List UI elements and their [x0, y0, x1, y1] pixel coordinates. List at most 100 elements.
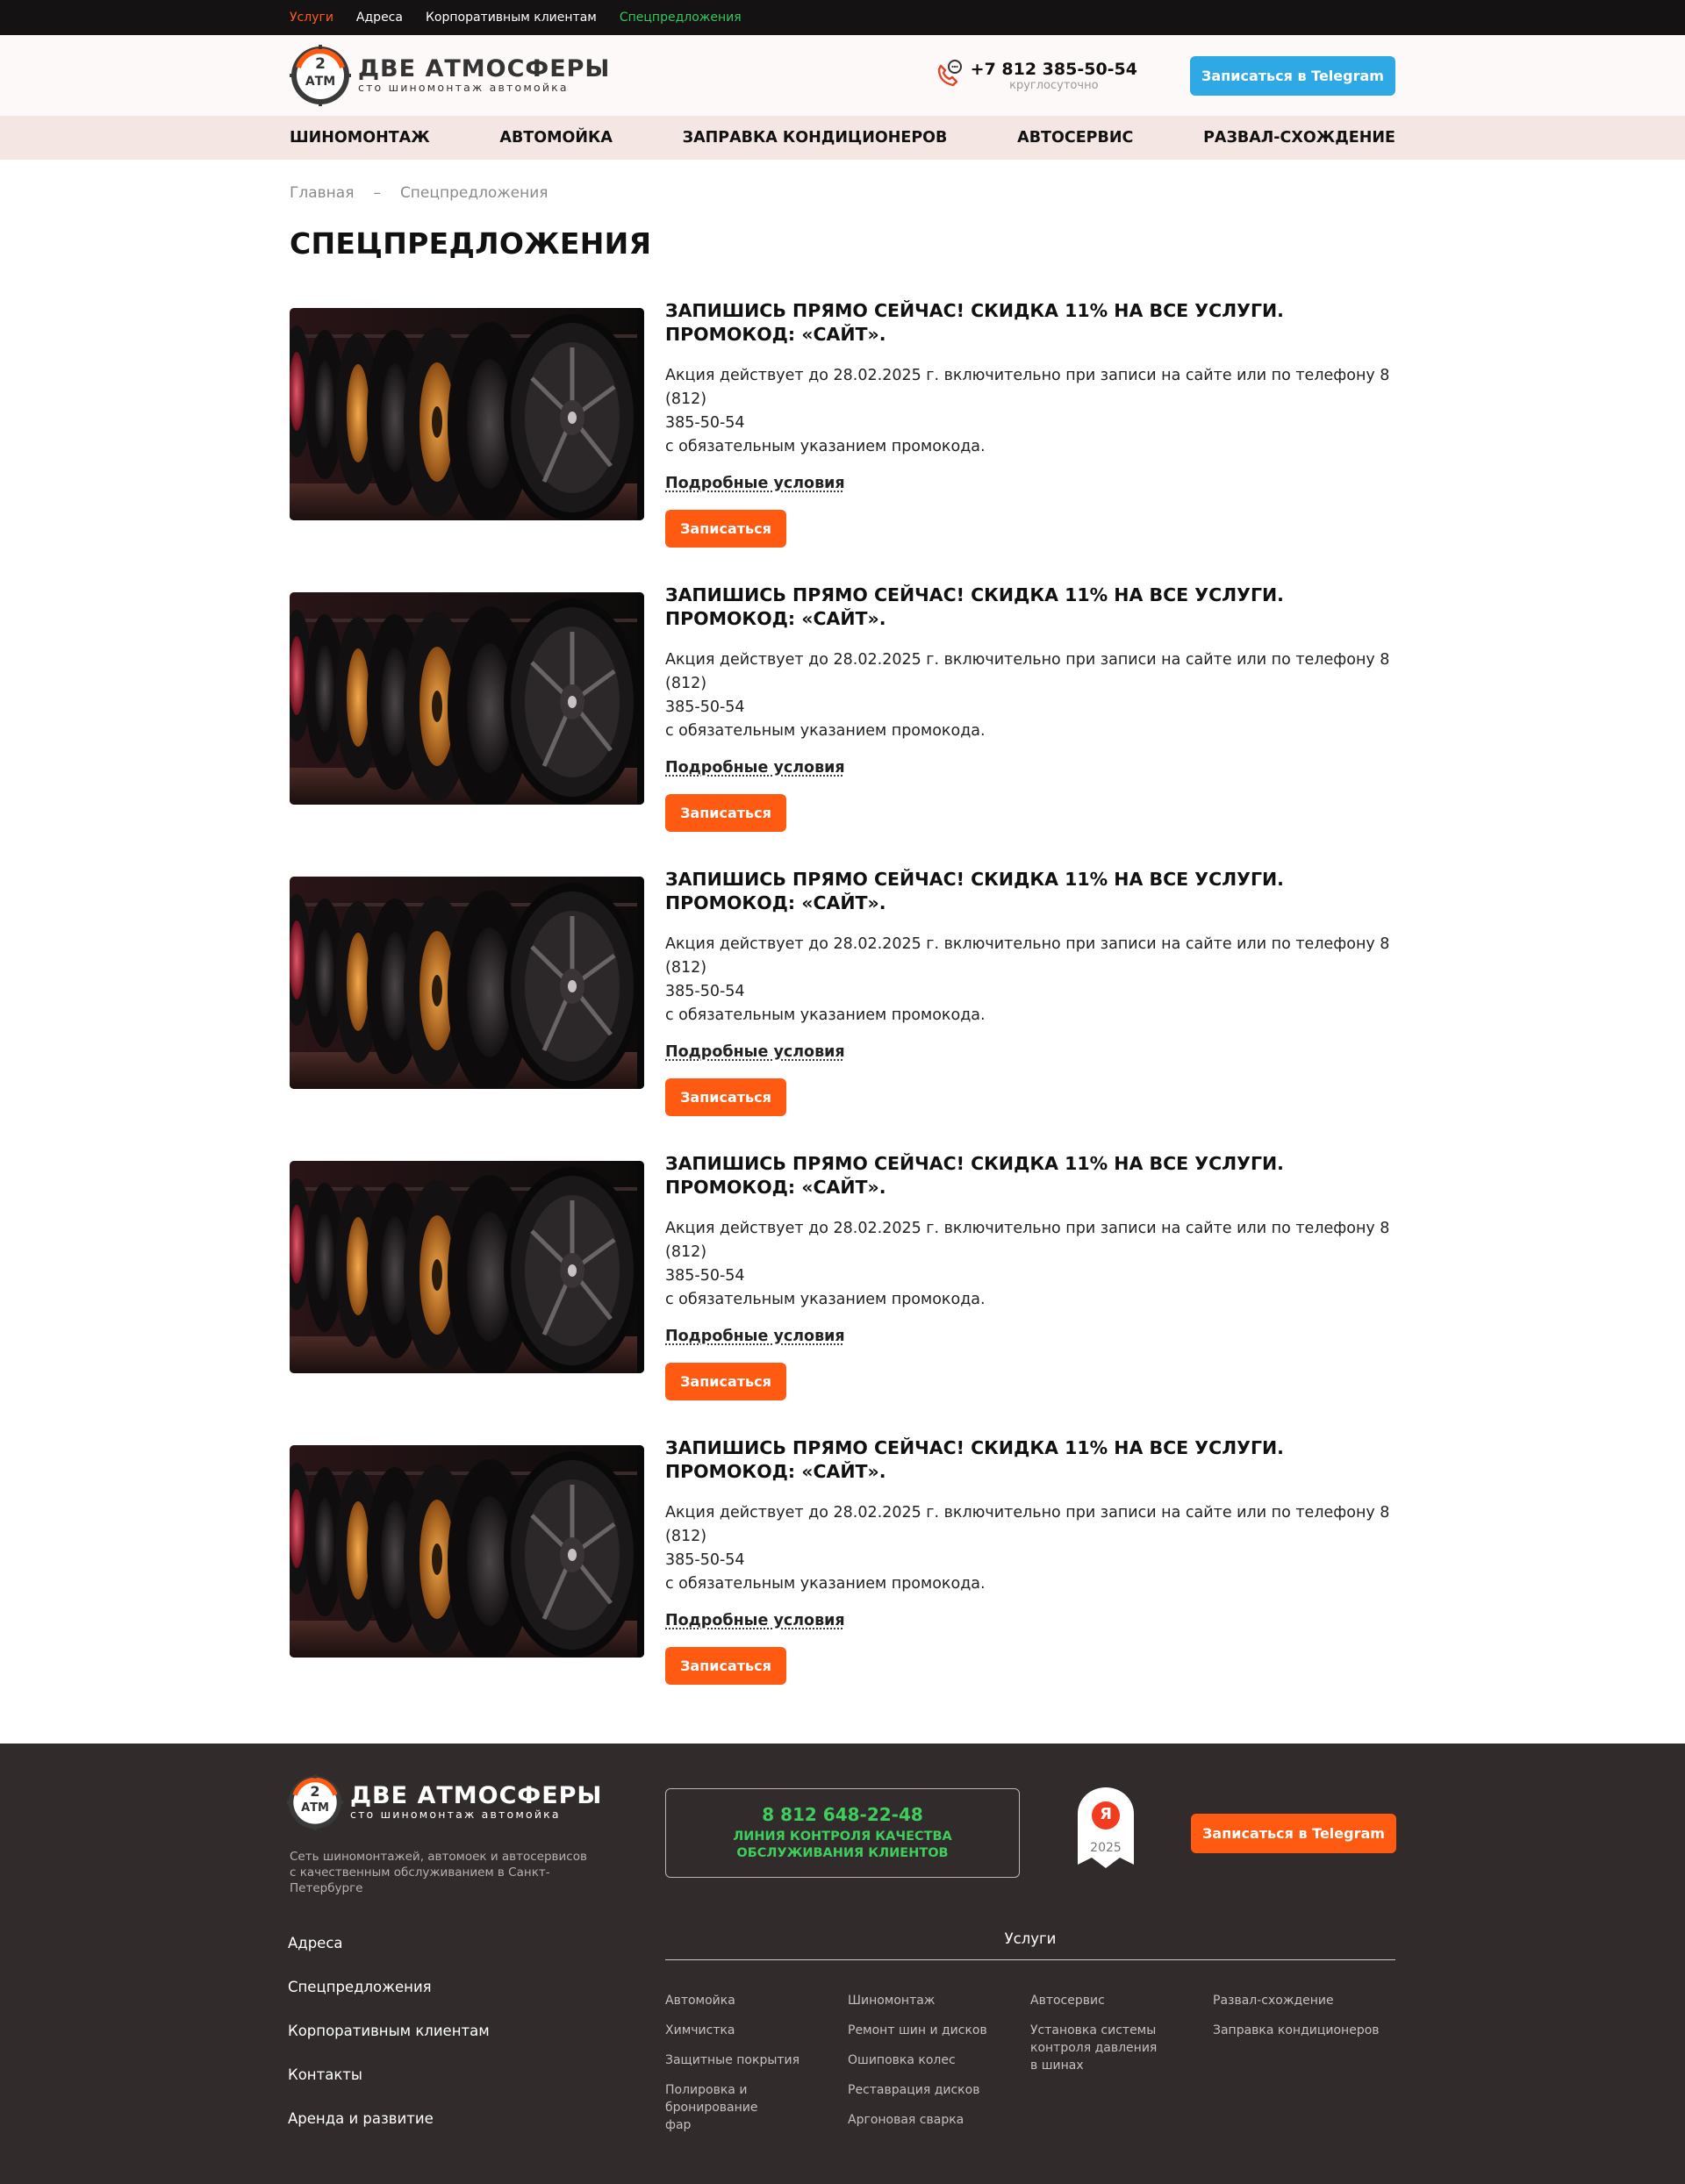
main-nav: ШИНОМОНТАЖ АВТОМОЙКА ЗАПРАВКА КОНДИЦИОНЕ…	[0, 116, 1685, 160]
tire-logo-icon: 2 АТМ	[290, 45, 351, 106]
footer-service-link[interactable]: Установка системы контроля давления в ши…	[1030, 2022, 1162, 2074]
footer-link-contacts[interactable]: Контакты	[288, 2066, 490, 2110]
offer-details-link[interactable]: Подробные условия	[665, 759, 845, 777]
offer-card: ЗАПИШИСЬ ПРЯМО СЕЙЧАС! СКИДКА 11% НА ВСЕ…	[290, 869, 1395, 1161]
logo-subtitle: сто шиномонтаж автомойка	[358, 81, 569, 94]
nav-item-car-service[interactable]: АВТОСЕРВИС	[1017, 129, 1133, 147]
offer-image[interactable]	[290, 592, 644, 805]
offer-image[interactable]	[290, 308, 644, 520]
breadcrumb-separator: –	[373, 184, 381, 202]
site-logo[interactable]: 2 АТМ ДВЕ АТМОСФЕРЫ сто шиномонтаж автом…	[290, 45, 610, 106]
offer-description: Акция действует до 28.02.2025 г. включит…	[665, 1501, 1395, 1596]
offer-promo-line: ПРОМОКОД: «САЙТ».	[665, 1177, 886, 1198]
footer-service-link[interactable]: Реставрация дисков	[848, 2081, 1030, 2099]
offer-promo-line: ПРОМОКОД: «САЙТ».	[665, 324, 886, 345]
offer-desc-line: с обязательным указанием промокода.	[665, 1006, 986, 1024]
offer-card: ЗАПИШИСЬ ПРЯМО СЕЙЧАС! СКИДКА 11% НА ВСЕ…	[290, 584, 1395, 877]
quality-hotline-box[interactable]: 8 812 648-22-48 ЛИНИЯ КОНТРОЛЯ КАЧЕСТВА …	[665, 1788, 1020, 1878]
offer-title-line: ЗАПИШИСЬ ПРЯМО СЕЙЧАС! СКИДКА 11% НА ВСЕ…	[665, 300, 1284, 321]
footer-service-link[interactable]: Защитные покрытия	[665, 2052, 848, 2069]
site-header: 2 АТМ ДВЕ АТМОСФЕРЫ сто шиномонтаж автом…	[0, 35, 1685, 116]
offer-signup-button[interactable]: Записаться	[665, 1363, 786, 1400]
footer-logo[interactable]: 2 АТМ ДВЕ АТМОСФЕРЫ сто шиномонтаж автом…	[287, 1774, 602, 1830]
offer-desc-line: 385-50-54	[665, 698, 745, 716]
footer-service-link[interactable]: Автосервис	[1030, 1992, 1213, 2009]
topbar-link-special-offers[interactable]: Спецпредложения	[620, 11, 742, 25]
breadcrumb: Главная – Спецпредложения	[290, 184, 1395, 202]
topbar-link-services[interactable]: Услуги	[290, 11, 333, 25]
offer-details-link[interactable]: Подробные условия	[665, 1328, 845, 1345]
offer-desc-line: с обязательным указанием промокода.	[665, 1575, 986, 1593]
footer-service-link[interactable]: Развал-схождение	[1213, 1992, 1395, 2009]
footer-service-link[interactable]: Химчистка	[665, 2022, 848, 2039]
site-footer: 2 АТМ ДВЕ АТМОСФЕРЫ сто шиномонтаж автом…	[0, 1744, 1685, 2184]
footer-service-link[interactable]: Ремонт шин и дисков	[848, 2022, 1030, 2039]
offer-desc-line: Акция действует до 28.02.2025 г. включит…	[665, 651, 1390, 692]
logo-badge-text: АТМ	[305, 75, 336, 89]
logo-title: ДВЕ АТМОСФЕРЫ	[358, 55, 611, 82]
offer-desc-line: Акция действует до 28.02.2025 г. включит…	[665, 1220, 1390, 1261]
offer-signup-button[interactable]: Записаться	[665, 510, 786, 548]
offer-title-line: ЗАПИШИСЬ ПРЯМО СЕЙЧАС! СКИДКА 11% НА ВСЕ…	[665, 1153, 1284, 1174]
main-content: Главная – Спецпредложения СПЕЦПРЕДЛОЖЕНИ…	[290, 184, 1395, 1729]
footer-service-link[interactable]: Шиномонтаж	[848, 1992, 1030, 2009]
footer-link-rent[interactable]: Аренда и развитие	[288, 2110, 490, 2154]
footer-service-link[interactable]: Автомойка	[665, 1992, 848, 2009]
topbar-link-corporate[interactable]: Корпоративным клиентам	[426, 11, 597, 25]
award-year: 2025	[1090, 1841, 1122, 1855]
footer-telegram-button[interactable]: Записаться в Telegram	[1191, 1814, 1396, 1853]
footer-desc-line: с качественным обслуживанием в Санкт-Пет…	[290, 1865, 550, 1895]
yandex-award-icon[interactable]: Я 2025	[1074, 1787, 1137, 1870]
breadcrumb-home[interactable]: Главная	[290, 184, 354, 202]
offer-desc-line: 385-50-54	[665, 414, 745, 432]
footer-services-title: Услуги	[1004, 1930, 1057, 1947]
offer-image[interactable]	[290, 877, 644, 1089]
footer-services-col: Развал-схождение Заправка кондиционеров	[1213, 1992, 1395, 2146]
header-phone-note: круглосуточно	[1009, 78, 1099, 92]
offer-desc-line: с обязательным указанием промокода.	[665, 1291, 986, 1308]
logo-badge-text: АТМ	[301, 1801, 329, 1815]
offer-signup-button[interactable]: Записаться	[665, 1078, 786, 1116]
footer-services-col: Шиномонтаж Ремонт шин и дисков Ошиповка …	[848, 1992, 1030, 2146]
nav-item-tire-fitting[interactable]: ШИНОМОНТАЖ	[290, 129, 430, 147]
footer-service-link[interactable]: Заправка кондиционеров	[1213, 2022, 1395, 2039]
offer-details-link[interactable]: Подробные условия	[665, 475, 845, 492]
footer-logo-subtitle: сто шиномонтаж автомойка	[350, 1808, 561, 1821]
quality-hotline-phone[interactable]: 8 812 648-22-48	[762, 1804, 923, 1825]
breadcrumb-current: Спецпредложения	[399, 184, 549, 202]
offer-signup-button[interactable]: Записаться	[665, 794, 786, 832]
offer-description: Акция действует до 28.02.2025 г. включит…	[665, 648, 1395, 743]
nav-item-wheel-alignment[interactable]: РАЗВАЛ-СХОЖДЕНИЕ	[1203, 129, 1395, 147]
footer-service-link[interactable]: Ошиповка колес	[848, 2052, 1030, 2069]
header-phone-number[interactable]: +7 812 385-50-54	[971, 60, 1137, 79]
footer-service-link[interactable]: Полировка и бронирование фар	[665, 2081, 771, 2134]
offer-title-line: ЗАПИШИСЬ ПРЯМО СЕЙЧАС! СКИДКА 11% НА ВСЕ…	[665, 869, 1284, 890]
page-title: СПЕЦПРЕДЛОЖЕНИЯ	[290, 226, 652, 261]
footer-link-special-offers[interactable]: Спецпредложения	[288, 1979, 490, 2023]
offer-title-line: ЗАПИШИСЬ ПРЯМО СЕЙЧАС! СКИДКА 11% НА ВСЕ…	[665, 584, 1284, 605]
offer-card: ЗАПИШИСЬ ПРЯМО СЕЙЧАС! СКИДКА 11% НА ВСЕ…	[290, 1437, 1395, 1729]
offer-desc-line: Акция действует до 28.02.2025 г. включит…	[665, 1504, 1390, 1545]
offer-signup-button[interactable]: Записаться	[665, 1647, 786, 1685]
offer-details-link[interactable]: Подробные условия	[665, 1043, 845, 1061]
offer-title: ЗАПИШИСЬ ПРЯМО СЕЙЧАС! СКИДКА 11% НА ВСЕ…	[665, 868, 1395, 915]
nav-item-ac-refill[interactable]: ЗАПРАВКА КОНДИЦИОНЕРОВ	[683, 129, 948, 147]
topbar-link-addresses[interactable]: Адреса	[356, 11, 403, 25]
offer-description: Акция действует до 28.02.2025 г. включит…	[665, 364, 1395, 459]
quality-label-line: ЛИНИЯ КОНТРОЛЯ КАЧЕСТВА	[733, 1830, 952, 1844]
offer-image[interactable]	[290, 1161, 644, 1373]
offer-desc-line: 385-50-54	[665, 1267, 745, 1285]
footer-services-divider	[665, 1959, 1395, 1960]
offer-image[interactable]	[290, 1445, 644, 1658]
footer-link-addresses[interactable]: Адреса	[288, 1935, 490, 1979]
footer-service-link[interactable]: Аргоновая сварка	[848, 2111, 1030, 2129]
offer-title: ЗАПИШИСЬ ПРЯМО СЕЙЧАС! СКИДКА 11% НА ВСЕ…	[665, 584, 1395, 631]
footer-description: Сеть шиномонтажей, автомоек и автосервис…	[290, 1849, 606, 1896]
offer-details-link[interactable]: Подробные условия	[665, 1612, 845, 1629]
logo-badge-number: 2	[315, 55, 326, 73]
header-phone[interactable]: +7 812 385-50-54 круглосуточно	[934, 59, 1137, 92]
nav-item-car-wash[interactable]: АВТОМОЙКА	[499, 129, 612, 147]
offer-desc-line: с обязательным указанием промокода.	[665, 722, 986, 740]
telegram-signup-button[interactable]: Записаться в Telegram	[1190, 55, 1395, 96]
footer-link-corporate[interactable]: Корпоративным клиентам	[288, 2023, 490, 2066]
